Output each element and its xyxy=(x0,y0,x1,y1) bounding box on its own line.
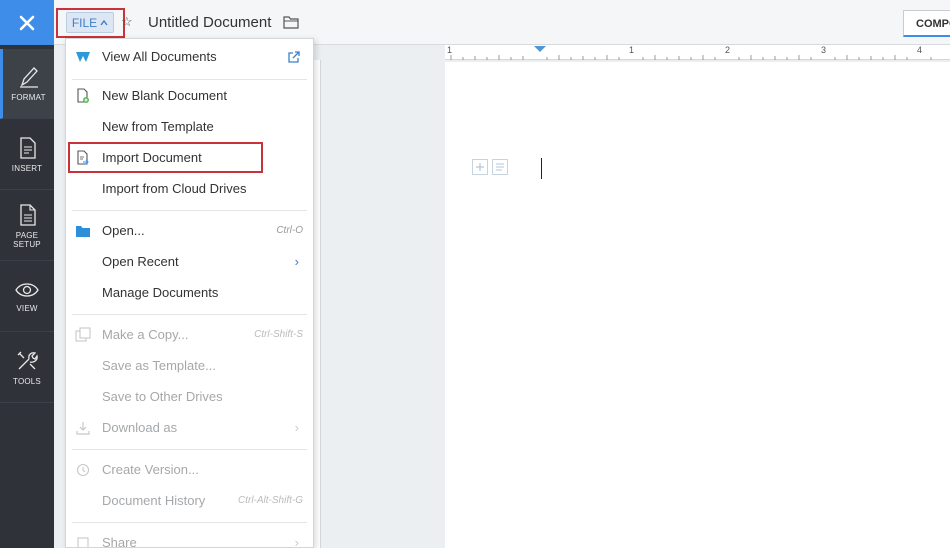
menu-open-shortcut: Ctrl-O xyxy=(276,225,303,236)
rail-view[interactable]: VIEW xyxy=(0,262,54,332)
paragraph-align-icon[interactable] xyxy=(492,159,508,175)
paragraph-tools xyxy=(472,159,508,175)
document-title[interactable]: Untitled Document xyxy=(148,14,271,31)
menu-manage-documents[interactable]: Manage Documents xyxy=(66,277,313,308)
rail-format[interactable]: FORMAT xyxy=(0,49,54,119)
menu-make-copy-label: Make a Copy... xyxy=(102,327,189,342)
menu-open-recent[interactable]: Open Recent › xyxy=(66,246,313,277)
ruler-mark-4: 4 xyxy=(917,45,923,55)
file-menu-dropdown: View All Documents New Blank Document Ne… xyxy=(65,38,314,548)
insert-icon xyxy=(20,137,36,159)
menu-view-all-documents[interactable]: View All Documents xyxy=(66,41,313,72)
folder-icon[interactable] xyxy=(283,15,299,29)
menu-save-other-drives[interactable]: Save to Other Drives xyxy=(66,381,313,412)
indent-marker-icon xyxy=(534,46,546,52)
menu-download-as[interactable]: Download as › xyxy=(66,412,313,443)
close-button[interactable] xyxy=(0,0,54,45)
horizontal-ruler[interactable]: 1 1 2 3 4 xyxy=(445,45,950,60)
file-button-highlight xyxy=(56,8,125,38)
rail-page-setup-label: PAGE SETUP xyxy=(13,230,41,249)
chevron-right-icon: › xyxy=(294,254,299,269)
menu-save-template-label: Save as Template... xyxy=(102,358,216,373)
menu-new-from-template[interactable]: New from Template xyxy=(66,111,313,142)
writer-logo-icon xyxy=(75,49,91,65)
rail-page-setup[interactable]: PAGE SETUP xyxy=(0,191,54,261)
menu-save-as-template[interactable]: Save as Template... xyxy=(66,350,313,381)
ruler-mark-1b: 1 xyxy=(629,45,635,55)
share-icon xyxy=(75,535,91,547)
rail-insert[interactable]: INSERT xyxy=(0,120,54,190)
new-document-icon xyxy=(75,88,91,104)
ruler-mark-1a: 1 xyxy=(447,45,453,55)
star-icon[interactable]: ☆ xyxy=(121,14,133,30)
ruler-ticks xyxy=(450,46,932,60)
menu-create-version[interactable]: Create Version... xyxy=(66,454,313,485)
menu-new-template-label: New from Template xyxy=(102,119,214,134)
menu-new-blank-document[interactable]: New Blank Document xyxy=(66,80,313,111)
menu-doc-history-shortcut: Ctrl-Alt-Shift-G xyxy=(238,495,303,506)
page-setup-icon xyxy=(20,203,36,226)
external-link-icon[interactable] xyxy=(286,49,302,65)
ruler-mark-2: 2 xyxy=(725,45,731,55)
rail-view-label: VIEW xyxy=(16,304,38,313)
menu-doc-history-label: Document History xyxy=(102,493,206,508)
vertical-ruler xyxy=(313,60,321,548)
tools-icon xyxy=(17,351,38,370)
menu-import-cloud-drives[interactable]: Import from Cloud Drives xyxy=(66,173,313,204)
menu-open-recent-label: Open Recent xyxy=(102,254,179,269)
download-icon xyxy=(75,420,91,436)
rail-insert-label: INSERT xyxy=(11,164,43,173)
menu-share-label: Share xyxy=(102,535,137,548)
menu-save-other-label: Save to Other Drives xyxy=(102,389,223,404)
add-block-icon[interactable] xyxy=(472,159,488,175)
menu-view-all-label: View All Documents xyxy=(102,49,217,64)
menu-manage-label: Manage Documents xyxy=(102,285,219,300)
eye-icon xyxy=(15,283,39,297)
rail-tools-label: TOOLS xyxy=(13,377,41,386)
chevron-right-icon: › xyxy=(294,535,299,548)
rail-tools[interactable]: TOOLS xyxy=(0,333,54,403)
menu-open-label: Open... xyxy=(102,223,145,238)
menu-download-label: Download as xyxy=(102,420,178,435)
ruler-mark-3: 3 xyxy=(821,45,827,55)
text-cursor xyxy=(541,158,542,179)
left-rail: FORMAT INSERT PAGE SETUP VIEW TOOLS xyxy=(0,0,54,548)
chevron-right-icon: › xyxy=(294,420,299,435)
rail-format-label: FORMAT xyxy=(11,93,46,102)
compose-button[interactable]: COMPO xyxy=(903,10,950,37)
import-document-highlight xyxy=(68,142,263,173)
menu-new-blank-label: New Blank Document xyxy=(102,88,227,103)
menu-open[interactable]: Open... Ctrl-O xyxy=(66,215,313,246)
document-page[interactable] xyxy=(445,62,950,548)
folder-open-icon xyxy=(75,223,91,239)
menu-import-cloud-label: Import from Cloud Drives xyxy=(102,181,247,196)
copy-icon xyxy=(75,327,91,343)
format-pen-icon xyxy=(19,67,38,88)
menu-share[interactable]: Share › xyxy=(66,527,313,548)
menu-create-version-label: Create Version... xyxy=(102,462,199,477)
workspace-margin xyxy=(313,45,445,548)
menu-document-history[interactable]: Document History Ctrl-Alt-Shift-G xyxy=(66,485,313,516)
menu-make-copy-shortcut: Ctrl-Shift-S xyxy=(254,329,303,340)
version-icon xyxy=(75,462,91,478)
close-icon xyxy=(19,15,35,30)
menu-make-copy[interactable]: Make a Copy... Ctrl-Shift-S xyxy=(66,319,313,350)
